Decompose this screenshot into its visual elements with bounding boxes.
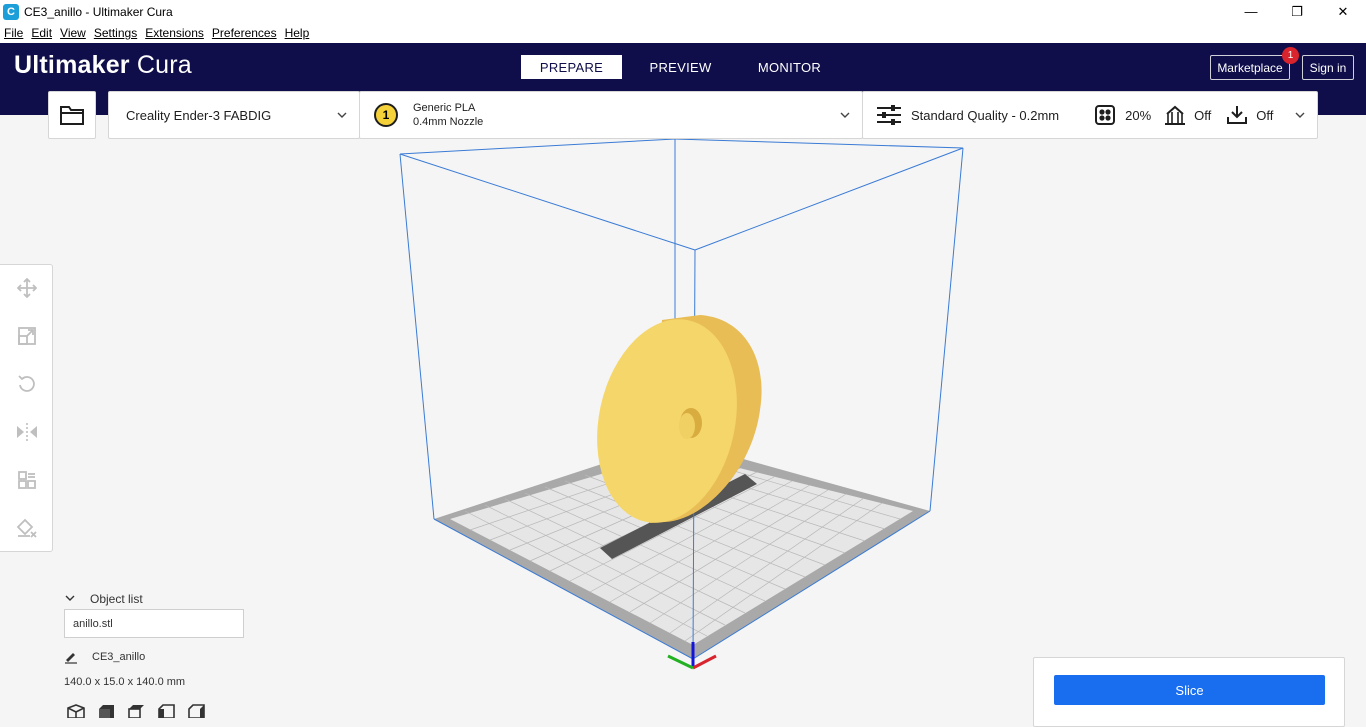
sliders-icon	[877, 105, 901, 125]
rotate-icon	[18, 375, 35, 392]
menu-help[interactable]: Help	[281, 26, 314, 40]
menu-file[interactable]: File	[0, 26, 27, 40]
nozzle-size: 0.4mm Nozzle	[413, 116, 484, 128]
menu-view[interactable]: View	[56, 26, 90, 40]
transform-tool-panel	[0, 264, 53, 552]
support-blocker-icon	[16, 518, 37, 538]
menu-preferences[interactable]: Preferences	[208, 26, 281, 40]
adhesion-value: Off	[1256, 107, 1274, 123]
job-name: CE3_anillo	[92, 651, 146, 663]
object-list-item[interactable]: anillo.stl	[64, 609, 244, 638]
open-file-button[interactable]	[48, 91, 96, 139]
printer-selector[interactable]: Creality Ender-3 FABDIG	[108, 91, 360, 139]
stage-tabs: PREPARE PREVIEW MONITOR	[521, 55, 846, 79]
marketplace-notification-badge: 1	[1282, 47, 1299, 64]
support-icon	[1165, 105, 1186, 125]
tab-preview[interactable]: PREVIEW	[628, 55, 733, 79]
menu-extensions[interactable]: Extensions	[141, 26, 208, 40]
restore-button[interactable]: ❐	[1274, 0, 1320, 23]
per-model-settings-tool[interactable]	[16, 469, 38, 491]
sign-in-button[interactable]: Sign in	[1302, 55, 1354, 80]
folder-icon	[60, 106, 84, 125]
window-titlebar: C CE3_anillo - Ultimaker Cura — ❐ ✕	[0, 0, 1366, 23]
mirror-icon	[17, 423, 37, 441]
right-view-icon[interactable]	[186, 704, 206, 718]
pencil-icon	[65, 653, 77, 664]
menu-bar: File Edit View Settings Extensions Prefe…	[0, 23, 1366, 43]
scale-tool[interactable]	[16, 325, 38, 347]
action-panel: Slice	[1033, 657, 1345, 727]
marketplace-button[interactable]: Marketplace	[1210, 55, 1290, 80]
job-name-row[interactable]: CE3_anillo	[64, 650, 145, 664]
close-button[interactable]: ✕	[1320, 0, 1366, 23]
menu-settings[interactable]: Settings	[90, 26, 141, 40]
left-view-icon[interactable]	[156, 704, 176, 718]
chevron-down-icon	[1295, 112, 1305, 118]
move-icon	[17, 278, 37, 298]
tab-monitor[interactable]: MONITOR	[739, 55, 840, 79]
slice-button[interactable]: Slice	[1054, 675, 1325, 705]
app-logo: Ultimaker Cura	[14, 51, 192, 79]
minimize-button[interactable]: —	[1228, 0, 1274, 23]
front-view-icon[interactable]	[96, 704, 116, 718]
object-list-toggle[interactable]: Object list	[64, 592, 143, 606]
support-value: Off	[1194, 107, 1212, 123]
infill-icon	[1095, 105, 1116, 125]
scale-icon	[18, 327, 36, 345]
chevron-down-icon	[840, 112, 850, 118]
chevron-down-icon	[65, 595, 75, 601]
camera-view-buttons	[66, 704, 216, 718]
menu-edit[interactable]: Edit	[27, 26, 56, 40]
rotate-tool[interactable]	[16, 373, 38, 395]
support-blocker-tool[interactable]	[16, 517, 38, 539]
per-model-settings-icon	[18, 471, 36, 489]
model-dimensions: 140.0 x 15.0 x 140.0 mm	[64, 676, 186, 688]
printer-name: Creality Ender-3 FABDIG	[126, 107, 272, 123]
mirror-tool[interactable]	[16, 421, 38, 443]
cura-app-icon: C	[3, 3, 19, 20]
print-settings-selector[interactable]: Standard Quality - 0.2mm 20% Off Off	[862, 91, 1318, 139]
adhesion-icon	[1227, 106, 1248, 124]
window-title: CE3_anillo - Ultimaker Cura	[24, 4, 173, 19]
3d-view-icon[interactable]	[66, 704, 86, 718]
quality-profile: Standard Quality - 0.2mm	[911, 107, 1060, 123]
material-nozzle-selector[interactable]: 1 Generic PLA 0.4mm Nozzle	[359, 91, 863, 139]
chevron-down-icon	[337, 112, 347, 118]
top-view-icon[interactable]	[126, 704, 146, 718]
tab-prepare[interactable]: PREPARE	[521, 55, 622, 79]
extruder-number-badge: 1	[374, 103, 398, 127]
move-tool[interactable]	[16, 277, 38, 299]
object-list-header: Object list	[90, 592, 143, 606]
infill-value: 20%	[1125, 107, 1152, 123]
material-name: Generic PLA	[413, 102, 476, 114]
window-controls: — ❐ ✕	[1228, 0, 1366, 23]
